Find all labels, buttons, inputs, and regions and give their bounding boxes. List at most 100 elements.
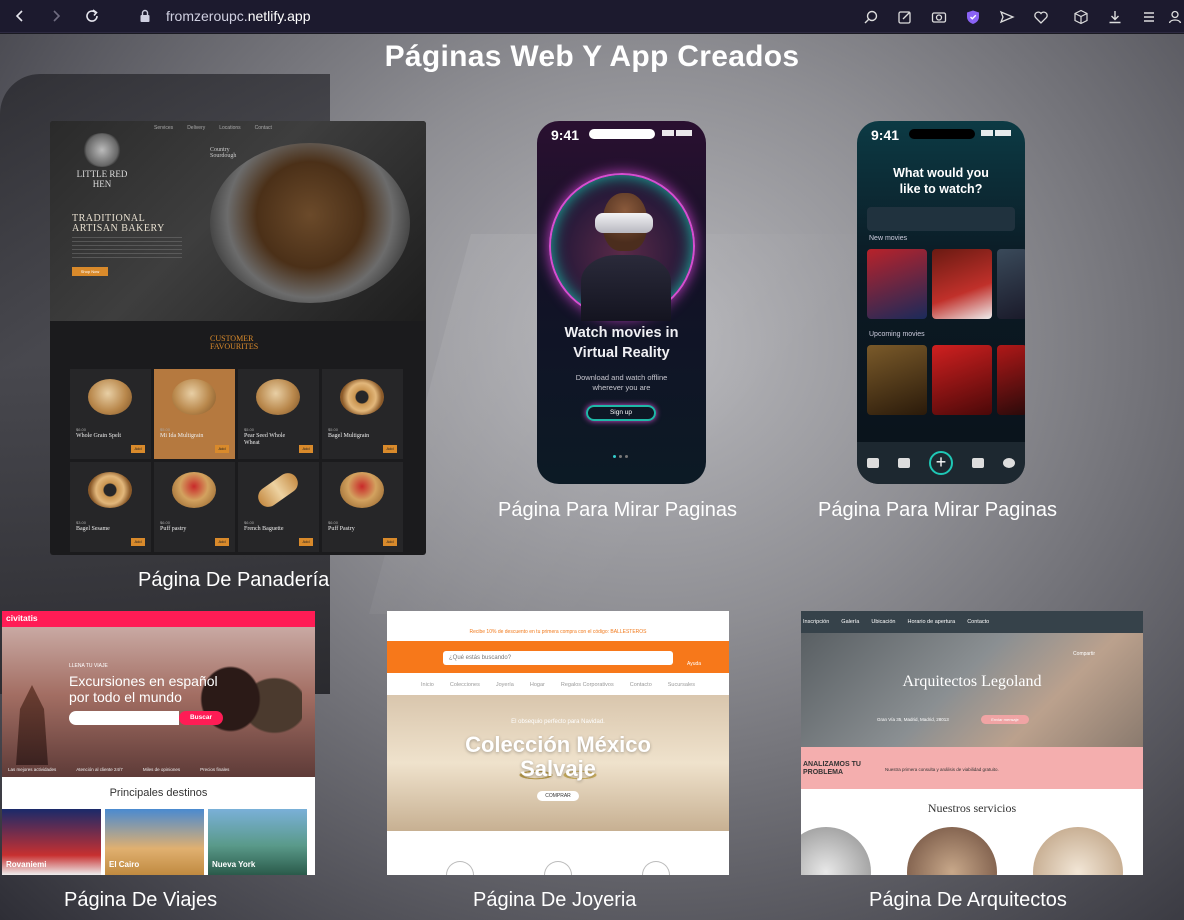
signal-icon xyxy=(662,130,692,136)
travel-card[interactable]: civitatis LLENA TU VIAJE Excursiones en … xyxy=(2,611,315,875)
bread-image xyxy=(88,472,132,508)
product-card: $3.00 Bagel Sesame Add xyxy=(70,462,151,552)
bakery-nav-item: Contact xyxy=(254,125,272,131)
add-button: Add xyxy=(131,538,145,546)
band-description: Nuestra primera consulta y análisis de v… xyxy=(885,767,999,772)
movie-q-1: What would you xyxy=(893,166,989,180)
movie-app-card[interactable]: 9:41 What would you like to watch? New mo… xyxy=(857,121,1025,484)
product-name: French Baguette xyxy=(244,526,284,532)
edit-button[interactable] xyxy=(888,0,922,33)
browser-toolbar: fromzeroupc. netlify.app xyxy=(0,0,1184,33)
jewelry-help: Ayuda xyxy=(687,661,702,667)
back-button[interactable] xyxy=(8,4,32,28)
feature-item: Miles de opiniones xyxy=(142,766,181,772)
zoom-icon xyxy=(864,10,878,23)
travel-hero: LLENA TU VIAJE Excursiones en español por… xyxy=(2,627,315,777)
new-movies-label: New movies xyxy=(869,235,908,242)
bakery-favourites-title: CUSTOMER FAVOURITES xyxy=(210,335,258,351)
favorites-button[interactable] xyxy=(1024,0,1058,33)
movie-question: What would you like to watch? xyxy=(857,165,1025,197)
arq-nav-item: Galería xyxy=(841,619,860,625)
movie-poster xyxy=(932,249,992,319)
arq-nav-item: Inscripción xyxy=(803,619,830,625)
bread-image xyxy=(88,379,132,415)
jewelry-title-1: Colección México xyxy=(465,732,651,757)
play-icon xyxy=(897,458,910,468)
travel-topbar: civitatis xyxy=(2,611,315,627)
share-label: Compartir xyxy=(1073,651,1095,657)
band-title: ANALIZAMOS TU PROBLEMA xyxy=(803,761,861,777)
feature-item: Atención al cliente 24/7 xyxy=(76,766,123,772)
address-bar[interactable]: fromzeroupc. netlify.app xyxy=(138,8,310,24)
product-card: $6.00 Whole Grain Spelt Add xyxy=(70,369,151,459)
vr-title-1: Watch movies in xyxy=(564,325,679,341)
heart-icon xyxy=(1034,10,1048,24)
product-card: $6.00 Puff Pastry Add xyxy=(322,462,403,552)
movie-poster xyxy=(932,345,992,415)
zoom-button[interactable] xyxy=(854,0,888,33)
jewelry-nav-item: Joyería xyxy=(495,682,514,688)
architects-title: Arquitectos Legoland xyxy=(902,673,1042,690)
settings-button[interactable] xyxy=(1132,0,1166,33)
bakery-product-grid: $6.00 Whole Grain Spelt Add $5.00 Mi Ida Mul… xyxy=(70,369,403,552)
jewelry-buy-button: COMPRAR xyxy=(537,791,579,801)
signal-icon xyxy=(981,130,1011,136)
services-title: Nuestros servicios xyxy=(927,801,1017,815)
camera-icon xyxy=(931,11,947,23)
phone-notch xyxy=(589,129,655,139)
page-title: Páginas Web Y App Creados xyxy=(384,40,800,73)
dot xyxy=(625,455,628,458)
cube-icon xyxy=(1074,9,1088,24)
service-image xyxy=(907,827,997,875)
send-button[interactable] xyxy=(990,0,1024,33)
travel-hl-1: Excursiones en español xyxy=(69,673,218,689)
jewelry-nav-item: Colecciones xyxy=(449,682,480,688)
bread-image xyxy=(254,469,302,511)
edit-icon xyxy=(898,10,911,24)
bakery-nav: Services Delivery Locations Contact xyxy=(154,125,272,131)
lock-icon xyxy=(140,9,150,22)
country-line-2: Sourdough xyxy=(210,153,237,159)
upcoming-movies-label: Upcoming movies xyxy=(869,331,925,338)
profile-button[interactable] xyxy=(1166,0,1184,33)
vr-sub-1: Download and watch offline xyxy=(575,373,668,382)
jewelry-nav-item: Regalos Corporativos xyxy=(560,682,614,688)
vr-app-card[interactable]: 9:41 Watch movies in Virtual Reality Down… xyxy=(537,121,706,484)
add-button: Add xyxy=(215,538,229,546)
reload-icon xyxy=(86,9,98,22)
forward-button[interactable] xyxy=(44,4,68,28)
extensions-button[interactable] xyxy=(1064,0,1098,33)
product-name: Pear Seed Whole Wheat xyxy=(244,433,286,446)
jewelry-promo: Recibe 10% de descuento en tu primera co… xyxy=(387,629,729,639)
jewelry-card[interactable]: Recibe 10% de descuento en tu primera co… xyxy=(387,611,729,875)
jewelry-icons-row xyxy=(387,843,729,875)
product-card: $5.00 Bagel Multigrain Add xyxy=(322,369,403,459)
browser-tools xyxy=(854,0,1184,33)
product-price: $6.00 xyxy=(328,520,339,525)
architects-card[interactable]: Inscripción Galería Ubicación Horario de… xyxy=(801,611,1143,875)
feature-item: Las mejores actividades xyxy=(8,766,57,772)
product-card: $6.00 French Baguette Add xyxy=(238,462,319,552)
folder-icon xyxy=(972,458,985,468)
url-host: netlify.app xyxy=(247,8,311,24)
bakery-headline-2: ARTISAN BAKERY xyxy=(72,223,165,234)
architects-caption: Página De Arquitectos xyxy=(869,889,1067,911)
shield-icon xyxy=(967,10,979,24)
bakery-card[interactable]: LITTLE RED HEN Services Delivery Locatio… xyxy=(50,121,426,555)
vpn-button[interactable] xyxy=(956,0,990,33)
product-price: $5.00 xyxy=(328,427,339,432)
vr-title-2: Virtual Reality xyxy=(573,345,670,361)
bread-bowl-image xyxy=(210,143,410,303)
service-image xyxy=(801,827,871,875)
downloads-button[interactable] xyxy=(1098,0,1132,33)
travel-search-input xyxy=(69,711,179,725)
bakery-nav-item: Services xyxy=(154,125,174,131)
bakery-logo-text: LITTLE RED HEN xyxy=(76,169,128,189)
vr-subtitle: Download and watch offline wherever you a… xyxy=(537,373,706,393)
movie-poster xyxy=(867,249,927,319)
travel-headline: Excursiones en español por todo el mundo xyxy=(69,673,218,705)
back-arrow-icon xyxy=(15,10,23,22)
screenshot-button[interactable] xyxy=(922,0,956,33)
reload-button[interactable] xyxy=(80,4,104,28)
bakery-nav-item: Delivery xyxy=(187,125,206,131)
